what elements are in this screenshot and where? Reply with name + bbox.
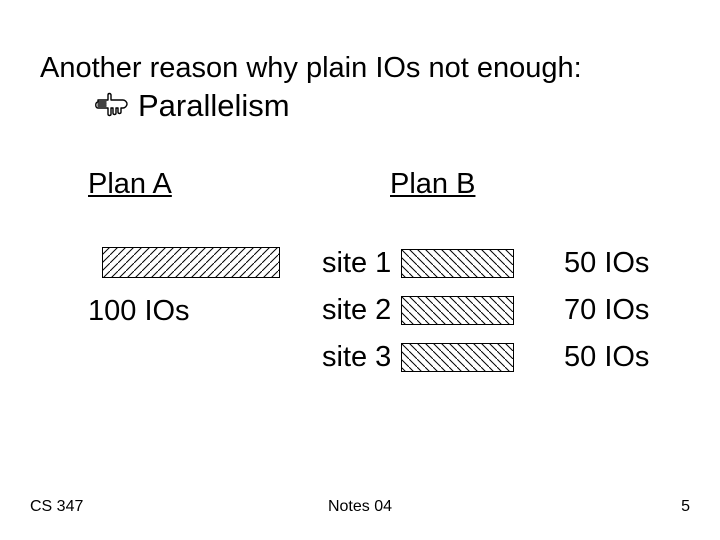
plan-a-label: Plan A xyxy=(88,168,172,201)
site-2-label: site 2 xyxy=(322,294,397,327)
footer-page-number: 5 xyxy=(681,498,690,516)
plan-b-label: Plan B xyxy=(390,168,475,201)
plan-a-ios: 100 IOs xyxy=(88,295,190,328)
site-3-ios: 50 IOs xyxy=(564,341,649,374)
site-row-2: site 2 70 IOs xyxy=(322,294,649,327)
site-3-box-icon xyxy=(401,343,514,372)
footer-notes: Notes 04 xyxy=(0,498,720,516)
title-line-1: Another reason why plain IOs not enough: xyxy=(40,52,582,85)
site-row-3: site 3 50 IOs xyxy=(322,341,649,374)
site-3-label: site 3 xyxy=(322,341,397,374)
title-line-2: Parallelism xyxy=(94,88,290,124)
title-parallelism: Parallelism xyxy=(138,88,290,123)
site-1-label: site 1 xyxy=(322,247,397,280)
pointing-hand-icon xyxy=(94,92,128,118)
site-row-1: site 1 50 IOs xyxy=(322,247,649,280)
site-1-ios: 50 IOs xyxy=(564,247,649,280)
site-2-box-icon xyxy=(401,296,514,325)
slide: Another reason why plain IOs not enough:… xyxy=(0,0,720,540)
site-1-box-icon xyxy=(401,249,514,278)
plan-a-box-icon xyxy=(102,247,280,278)
site-2-ios: 70 IOs xyxy=(564,294,649,327)
